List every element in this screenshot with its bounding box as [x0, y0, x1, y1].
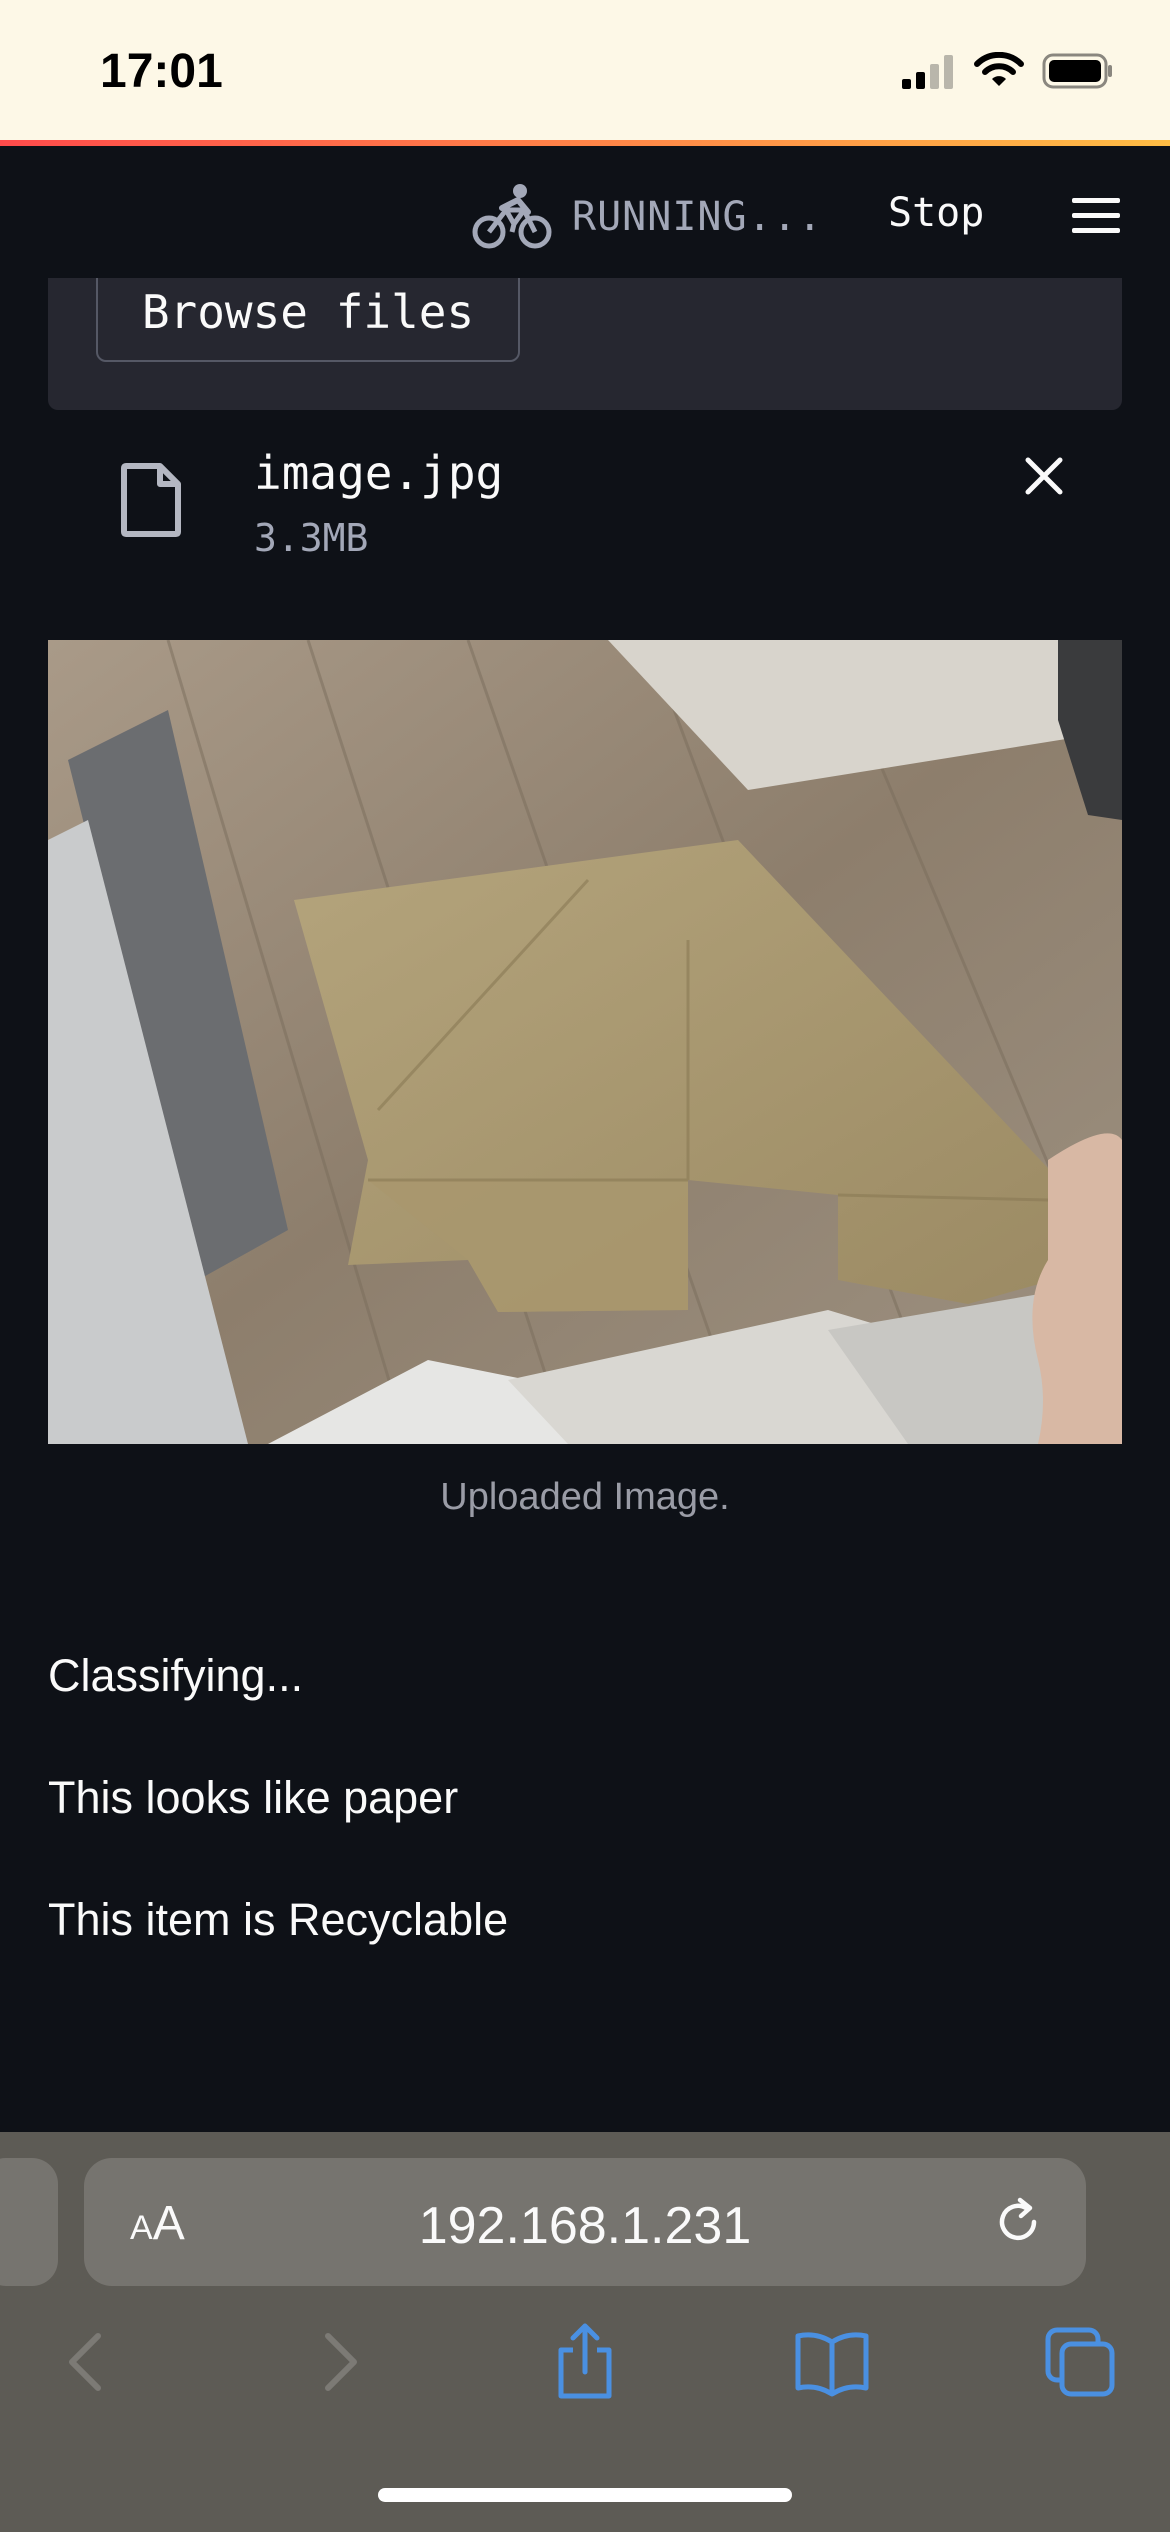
home-indicator[interactable]	[378, 2488, 792, 2502]
running-label: RUNNING...	[572, 194, 823, 240]
bicycle-icon	[472, 184, 552, 249]
status-text: Classifying...	[48, 1650, 304, 1701]
status-bar: 17:01	[0, 0, 1170, 140]
battery-icon	[1042, 53, 1112, 89]
chevron-right-icon[interactable]	[300, 2322, 380, 2402]
file-icon	[121, 463, 181, 537]
uploaded-image	[48, 640, 1122, 1444]
chevron-left-icon[interactable]	[46, 2322, 126, 2402]
status-time: 17:01	[100, 45, 223, 98]
app-header: RUNNING... Stop	[0, 146, 1170, 278]
status-icons	[902, 52, 1114, 90]
reload-icon[interactable]	[990, 2194, 1046, 2250]
browser-toolbar: AA 192.168.1.231	[0, 2132, 1170, 2532]
previous-tab-preview[interactable]	[0, 2158, 58, 2286]
tabs-icon[interactable]	[1040, 2322, 1120, 2402]
url-text: 192.168.1.231	[418, 2197, 752, 2255]
hamburger-menu-icon[interactable]	[1072, 198, 1120, 234]
share-icon[interactable]	[545, 2322, 625, 2402]
stop-button[interactable]: Stop	[888, 190, 984, 236]
cellular-signal-icon	[902, 55, 953, 89]
uploaded-file-name: image.jpg	[254, 446, 504, 500]
cardboard-photo	[48, 640, 1122, 1444]
wifi-icon	[974, 52, 1024, 86]
book-icon[interactable]	[792, 2322, 872, 2402]
classification-result: This looks like paper	[48, 1772, 459, 1823]
close-icon[interactable]	[1016, 448, 1072, 504]
uploaded-file-size: 3.3MB	[254, 516, 369, 560]
address-bar[interactable]: AA 192.168.1.231	[84, 2158, 1086, 2286]
recyclability-result: This item is Recyclable	[48, 1894, 509, 1945]
running-status: RUNNING...	[472, 182, 823, 252]
image-caption: Uploaded Image.	[440, 1476, 730, 1518]
